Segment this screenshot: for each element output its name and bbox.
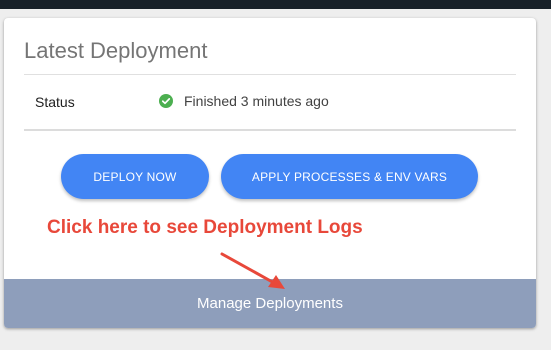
- status-value: Finished 3 minutes ago: [159, 93, 329, 109]
- status-divider: [24, 129, 516, 131]
- card-title: Latest Deployment: [24, 38, 208, 63]
- status-label: Status: [35, 94, 75, 110]
- check-circle-icon: [159, 94, 173, 108]
- deploy-now-button[interactable]: DEPLOY NOW: [61, 154, 209, 199]
- title-divider: [24, 74, 516, 75]
- status-text: Finished 3 minutes ago: [184, 93, 329, 109]
- latest-deployment-card: Latest Deployment Status Finished 3 minu…: [4, 18, 536, 328]
- manage-deployments-label: Manage Deployments: [197, 295, 343, 312]
- manage-deployments-button[interactable]: Manage Deployments: [4, 279, 536, 328]
- top-app-bar: [0, 0, 551, 9]
- annotation-text: Click here to see Deployment Logs: [47, 217, 363, 238]
- apply-processes-env-vars-button[interactable]: APPLY PROCESSES & ENV VARS: [221, 154, 478, 199]
